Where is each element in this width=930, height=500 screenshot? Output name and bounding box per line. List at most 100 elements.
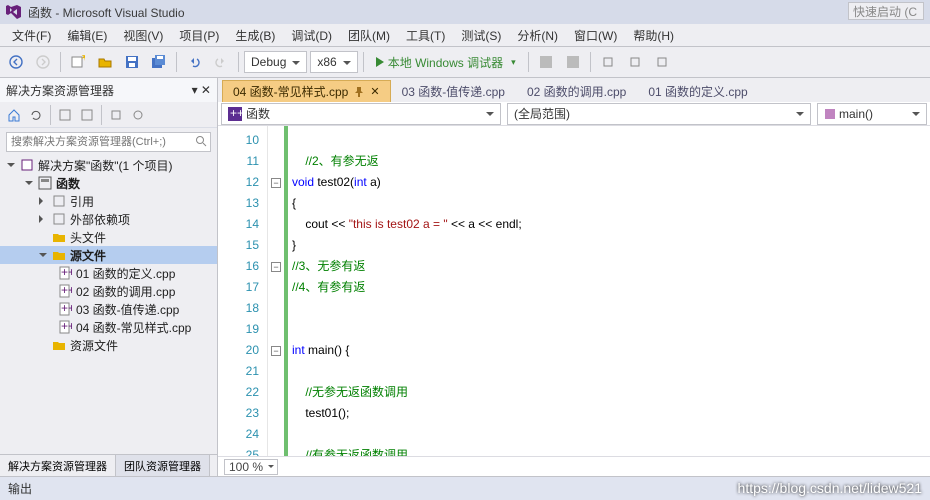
ext-icon <box>52 212 66 226</box>
svg-text:++: ++ <box>61 284 72 297</box>
cpp-icon: ++ <box>228 107 242 121</box>
search-box <box>0 128 217 152</box>
redo-button[interactable] <box>209 50 233 74</box>
cpp-file-icon: ++ <box>58 284 72 298</box>
change-bar <box>284 126 288 456</box>
folder-icon <box>52 338 66 352</box>
fold-gutter: − − − <box>268 126 284 456</box>
pin-icon[interactable] <box>354 87 364 97</box>
menu-item[interactable]: 窗口(W) <box>568 26 623 45</box>
panel-header: 解决方案资源管理器 ▾ ✕ <box>0 78 217 102</box>
misc-button-2[interactable] <box>561 50 585 74</box>
step-button-2[interactable] <box>623 50 647 74</box>
doc-tab[interactable]: 03 函数-值传递.cpp <box>391 80 516 102</box>
svg-text:++: ++ <box>230 107 242 120</box>
titlebar: 函数 - Microsoft Visual Studio <box>0 0 930 24</box>
misc-button-1[interactable] <box>534 50 558 74</box>
solution-node[interactable]: 解决方案"函数"(1 个项目) <box>0 156 217 174</box>
panel-title: 解决方案资源管理器 <box>6 82 114 99</box>
doc-tab[interactable]: 02 函数的调用.cpp <box>516 80 637 102</box>
menu-item[interactable]: 帮助(H) <box>627 26 680 45</box>
start-debug-button[interactable]: 本地 Windows 调试器▾ <box>369 50 523 74</box>
menu-item[interactable]: 分析(N) <box>511 26 564 45</box>
project-icon <box>38 176 52 190</box>
folder-icon <box>52 230 66 244</box>
search-input[interactable] <box>6 132 211 152</box>
undo-button[interactable] <box>182 50 206 74</box>
code-editor[interactable]: 1011121314151617181920212223242526 −−− /… <box>218 126 930 456</box>
save-all-button[interactable] <box>147 50 171 74</box>
file-node[interactable]: ++02 函数的调用.cpp <box>0 282 217 300</box>
project-node[interactable]: 函数 <box>0 174 217 192</box>
refs-icon <box>52 194 66 208</box>
collapse-icon[interactable] <box>55 105 75 125</box>
props-icon[interactable] <box>106 105 126 125</box>
file-node[interactable]: ++03 函数-值传递.cpp <box>0 300 217 318</box>
code-body[interactable]: //2、有参无返void test02(int a){ cout << "thi… <box>292 126 930 456</box>
panel-controls[interactable]: ▾ ✕ <box>192 83 211 97</box>
watermark: https://blog.csdn.net/lidew521 <box>738 480 922 496</box>
zoom-combo[interactable]: 100 % <box>224 459 278 475</box>
menu-item[interactable]: 团队(M) <box>342 26 396 45</box>
menu-item[interactable]: 项目(P) <box>173 26 225 45</box>
window-title: 函数 - Microsoft Visual Studio <box>28 4 185 21</box>
show-all-icon[interactable] <box>77 105 97 125</box>
ext-node[interactable]: 外部依赖项 <box>0 210 217 228</box>
refresh-icon[interactable] <box>26 105 46 125</box>
menu-item[interactable]: 生成(B) <box>229 26 281 45</box>
quick-launch[interactable]: 快速启动 (C <box>848 2 924 20</box>
context-combo[interactable]: (全局范围) <box>507 103 811 125</box>
cpp-file-icon: ++ <box>58 302 72 316</box>
headers-node[interactable]: 头文件 <box>0 228 217 246</box>
res-node[interactable]: 资源文件 <box>0 336 217 354</box>
nav-fwd-button[interactable] <box>31 50 55 74</box>
step-button-1[interactable] <box>596 50 620 74</box>
doc-tab[interactable]: 04 函数-常见样式.cpp✕ <box>222 80 391 102</box>
open-file-button[interactable] <box>93 50 117 74</box>
svg-text:++: ++ <box>61 266 72 279</box>
panel-tabs: 解决方案资源管理器 团队资源管理器 <box>0 454 217 476</box>
panel-toolbar <box>0 102 217 128</box>
close-icon[interactable]: ✕ <box>370 85 379 98</box>
menubar: 文件(F)编辑(E)视图(V)项目(P)生成(B)调试(D)团队(M)工具(T)… <box>0 24 930 46</box>
menu-item[interactable]: 工具(T) <box>400 26 451 45</box>
refs-node[interactable]: 引用 <box>0 192 217 210</box>
menu-item[interactable]: 文件(F) <box>6 26 57 45</box>
svg-text:✶: ✶ <box>80 55 85 64</box>
cpp-file-icon: ++ <box>58 320 72 334</box>
solution-icon <box>20 158 34 172</box>
config-combo[interactable]: Debug <box>244 51 307 73</box>
fold-button[interactable]: − <box>271 262 281 272</box>
new-project-button[interactable]: ✶ <box>66 50 90 74</box>
step-button-3[interactable] <box>650 50 674 74</box>
scope-combo[interactable]: ++ 函数 <box>221 103 501 125</box>
platform-combo[interactable]: x86 <box>310 51 357 73</box>
nav-bar: ++ 函数 (全局范围) main() <box>218 102 930 126</box>
cpp-file-icon: ++ <box>58 266 72 280</box>
doc-tabs: 04 函数-常见样式.cpp✕03 函数-值传递.cpp02 函数的调用.cpp… <box>218 78 930 102</box>
menu-item[interactable]: 编辑(E) <box>61 26 113 45</box>
member-combo[interactable]: main() <box>817 103 927 125</box>
folder-open-icon <box>52 248 66 262</box>
svg-text:++: ++ <box>61 302 72 315</box>
search-icon[interactable] <box>195 135 207 147</box>
tab-team-explorer[interactable]: 团队资源管理器 <box>116 455 210 476</box>
func-icon <box>824 108 836 120</box>
file-node[interactable]: ++01 函数的定义.cpp <box>0 264 217 282</box>
fold-button[interactable]: − <box>271 178 281 188</box>
tab-solution-explorer[interactable]: 解决方案资源管理器 <box>0 455 116 476</box>
nav-back-button[interactable] <box>4 50 28 74</box>
home-icon[interactable] <box>4 105 24 125</box>
file-node[interactable]: ++04 函数-常见样式.cpp <box>0 318 217 336</box>
solution-explorer: 解决方案资源管理器 ▾ ✕ 解决方案"函数"(1 个项目) 函数 引用 外部依赖… <box>0 78 218 476</box>
menu-item[interactable]: 视图(V) <box>117 26 169 45</box>
zoom-bar: 100 % <box>218 456 930 476</box>
doc-tab[interactable]: 01 函数的定义.cpp <box>637 80 758 102</box>
menu-item[interactable]: 测试(S) <box>455 26 507 45</box>
editor-area: 04 函数-常见样式.cpp✕03 函数-值传递.cpp02 函数的调用.cpp… <box>218 78 930 476</box>
sources-node[interactable]: 源文件 <box>0 246 217 264</box>
fold-button[interactable]: − <box>271 346 281 356</box>
save-button[interactable] <box>120 50 144 74</box>
menu-item[interactable]: 调试(D) <box>285 26 338 45</box>
view-icon[interactable] <box>128 105 148 125</box>
